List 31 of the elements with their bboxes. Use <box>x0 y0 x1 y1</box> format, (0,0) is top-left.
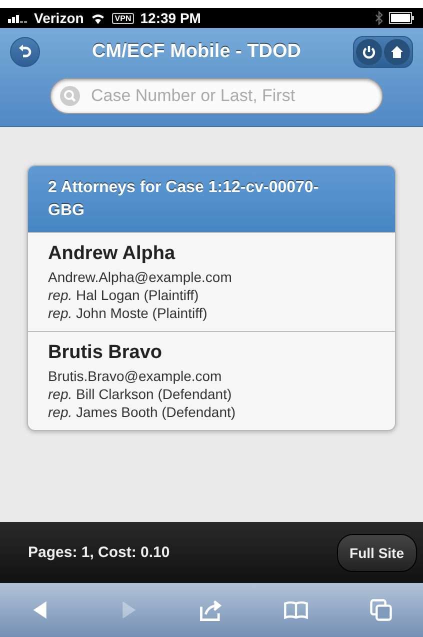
home-button[interactable] <box>384 39 410 65</box>
card-title: 2 Attorneys for Case 1:12-cv-00070-GBG <box>28 166 395 232</box>
attorney-name: Brutis Bravo <box>48 342 164 364</box>
pages-icon <box>368 597 394 623</box>
clock-time: 12:39 PM <box>140 10 201 26</box>
signal-icon <box>8 13 28 23</box>
undo-icon <box>17 44 33 60</box>
represented-party: rep. James Booth (Defendant) <box>48 404 237 420</box>
pages-cost-text: Pages: 1, Cost: 0.10 <box>28 544 170 561</box>
pages-button[interactable] <box>368 597 394 623</box>
logout-button[interactable] <box>356 39 382 65</box>
search-field[interactable]: Case Number or Last, First <box>50 78 383 114</box>
search-icon <box>60 86 80 106</box>
attorney-email: Andrew.Alpha@example.com <box>48 269 233 285</box>
back-button[interactable] <box>10 37 40 67</box>
power-icon <box>362 45 376 59</box>
battery-icon <box>389 12 415 24</box>
represented-party: rep. Hal Logan (Plaintiff) <box>48 287 200 303</box>
attorney-name: Andrew Alpha <box>48 243 176 265</box>
represented-party: rep. Bill Clarkson (Defendant) <box>48 386 233 402</box>
wifi-icon <box>90 12 106 24</box>
represented-party: rep. John Moste (Plaintiff) <box>48 305 208 321</box>
bluetooth-icon <box>375 11 383 25</box>
full-site-button[interactable]: Full Site <box>336 534 417 572</box>
attorney-item[interactable]: Andrew Alpha Andrew.Alpha@example.com rep. Hal Logan (Plaintiff) rep. John Moste (Plaintiff) <box>28 232 395 331</box>
attorney-email: Brutis.Bravo@example.com <box>48 368 223 384</box>
home-icon <box>390 45 404 59</box>
vpn-badge: VPN <box>112 12 134 24</box>
attorney-item[interactable]: Brutis Bravo Brutis.Bravo@example.com rep. Bill Clarkson (Defendant) rep. James Booth (Defendant) <box>28 331 395 430</box>
carrier-name: Verizon <box>34 10 84 26</box>
app-title: CM/ECF Mobile - TDOD <box>91 41 302 63</box>
